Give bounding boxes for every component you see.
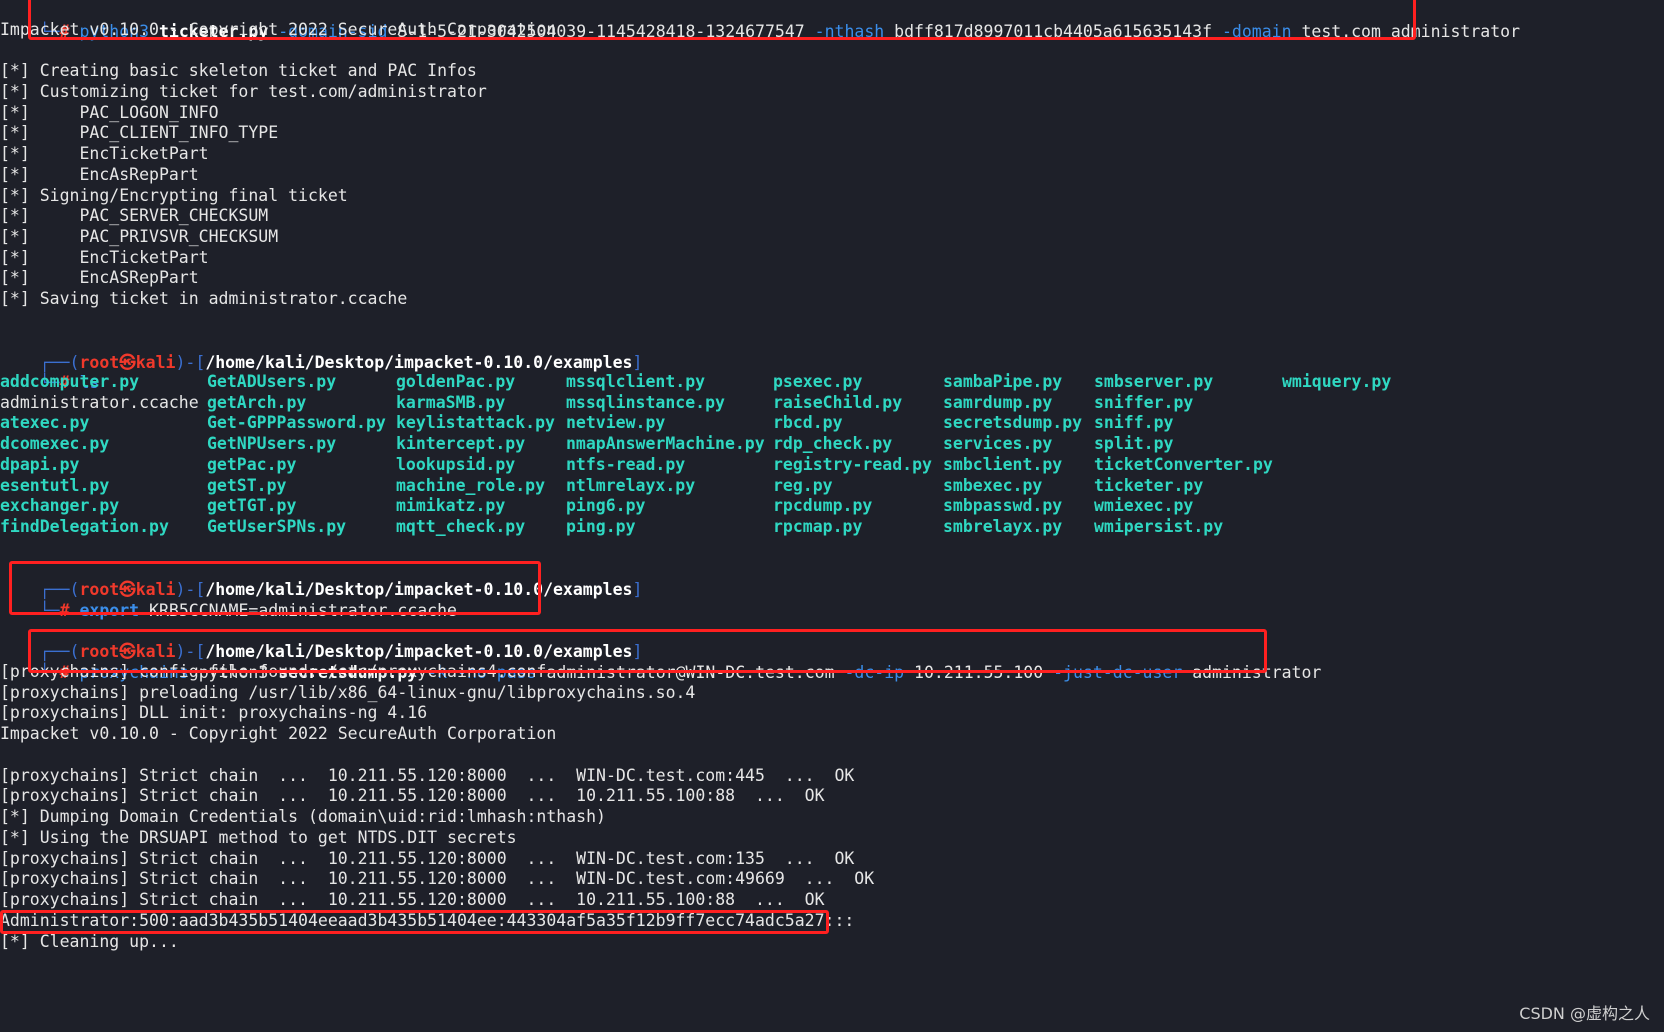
output-line: [proxychains] DLL init: proxychains-ng 4… <box>0 703 428 722</box>
ls-file-entry: GetUserSPNs.py <box>207 516 347 536</box>
output-line: [*] PAC_CLIENT_INFO_TYPE <box>0 123 279 142</box>
output-line: [*] EncTicketPart <box>0 248 209 267</box>
ls-file-entry: ntlmrelayx.py <box>566 475 696 495</box>
ls-file-entry: rbcd.py <box>773 413 843 433</box>
output-line: [proxychains] Strict chain ... 10.211.55… <box>0 849 855 868</box>
output-line: [*] Dumping Domain Credentials (domain\u… <box>0 807 606 826</box>
ls-file-entry: GetADUsers.py <box>207 372 337 391</box>
ls-file-entry: mssqlinstance.py <box>566 392 725 412</box>
ls-file-entry: registry-read.py <box>773 454 932 474</box>
output-line: [*] PAC_PRIVSVR_CHECKSUM <box>0 227 279 246</box>
ls-file-entry: smbserver.py <box>1094 372 1214 391</box>
ls-file-entry: reg.py <box>773 475 833 495</box>
ls-file-entry: wmiquery.py <box>1282 372 1392 391</box>
output-line: [*] Creating basic skeleton ticket and P… <box>0 61 477 80</box>
output-line: [*] PAC_SERVER_CHECKSUM <box>0 206 269 225</box>
ls-file-entry: sambaPipe.py <box>943 372 1063 391</box>
ls-file-entry: split.py <box>1094 434 1174 454</box>
ls-file-entry: smbpasswd.py <box>943 496 1063 516</box>
highlight-box-ticketer <box>28 0 1416 40</box>
ls-file-entry: smbexec.py <box>943 475 1043 495</box>
output-line: [proxychains] Strict chain ... 10.211.55… <box>0 869 875 888</box>
ls-file-entry: karmaSMB.py <box>396 392 506 412</box>
highlight-box-secretsdump <box>28 629 1267 673</box>
ls-file-entry: rdp_check.py <box>773 434 893 454</box>
ls-file-entry: ticketConverter.py <box>1094 454 1273 474</box>
ls-file-entry: smbclient.py <box>943 454 1063 474</box>
terminal-window[interactable]: └─# python3 ticketer.py -domain-sid S-1-… <box>0 0 1664 1032</box>
output-line: [*] Saving ticket in administrator.ccach… <box>0 289 408 308</box>
ls-file-entry: ping6.py <box>566 496 646 516</box>
ls-file-entry: services.py <box>943 434 1053 454</box>
ls-file-entry: getArch.py <box>207 392 307 412</box>
output-line: [*] Customizing ticket for test.com/admi… <box>0 82 487 101</box>
output-line: [*] EncTicketPart <box>0 144 209 163</box>
output-line: [*] PAC_LOGON_INFO <box>0 103 219 122</box>
output-line: [proxychains] Strict chain ... 10.211.55… <box>0 786 825 805</box>
ls-file-entry: mimikatz.py <box>396 496 506 516</box>
ls-file-entry: getTGT.py <box>207 496 297 516</box>
output-line: Impacket v0.10.0 - Copyright 2022 Secure… <box>0 724 557 743</box>
ls-file-entry: Get-GPPPassword.py <box>207 413 386 433</box>
output-line: [*] Cleaning up... <box>0 932 179 951</box>
ls-file-entry: smbrelayx.py <box>943 516 1063 536</box>
output-line: [proxychains] preloading /usr/lib/x86_64… <box>0 683 696 702</box>
ls-file-entry: rpcdump.py <box>773 496 873 516</box>
ls-file-entry: esentutl.py <box>0 475 110 495</box>
ls-file-entry: machine_role.py <box>396 475 546 495</box>
ls-file-entry: mssqlclient.py <box>566 372 706 391</box>
ls-file-entry: mqtt_check.py <box>396 516 526 536</box>
ls-file-entry: ticketer.py <box>1094 475 1204 495</box>
ls-file-entry: GetNPUsers.py <box>207 434 337 454</box>
shell-prompt: ┌──(root㉿kali)-[/home/kali/Desktop/impac… <box>39 353 643 372</box>
ls-file-entry: wmiexec.py <box>1094 496 1194 516</box>
ls-file-entry: lookupsid.py <box>396 454 516 474</box>
ls-file-entry: getST.py <box>207 475 287 495</box>
ls-file-entry: exchanger.py <box>0 496 120 516</box>
ls-file-entry: kintercept.py <box>396 434 526 454</box>
output-line: [*] EncASRepPart <box>0 268 199 287</box>
output-line: [*] EncAsRepPart <box>0 165 199 184</box>
watermark: CSDN @虚构之人 <box>1519 1004 1650 1023</box>
ls-file-entry: getPac.py <box>207 454 297 474</box>
ls-file-entry: rpcmap.py <box>773 516 863 536</box>
ls-file-entry: administrator.ccache <box>0 392 199 412</box>
ls-file-entry: ntfs-read.py <box>566 454 686 474</box>
highlight-box-export <box>9 561 541 615</box>
ls-file-entry: sniffer.py <box>1094 392 1194 412</box>
ls-file-entry: dpapi.py <box>0 454 80 474</box>
ls-file-entry: dcomexec.py <box>0 434 110 454</box>
ls-file-entry: netview.py <box>566 413 666 433</box>
ls-file-entry: keylistattack.py <box>396 413 555 433</box>
ls-file-entry: addcomputer.py <box>0 372 140 391</box>
ls-file-entry: nmapAnswerMachine.py <box>566 434 765 454</box>
ls-file-entry: goldenPac.py <box>396 372 516 391</box>
ls-file-entry: findDelegation.py <box>0 516 169 536</box>
ls-file-entry: sniff.py <box>1094 413 1174 433</box>
output-line: [*] Using the DRSUAPI method to get NTDS… <box>0 828 517 847</box>
ls-file-entry: samrdump.py <box>943 392 1053 412</box>
ls-command-line: └─# ls <box>39 373 100 392</box>
output-line: [proxychains] Strict chain ... 10.211.55… <box>0 890 825 909</box>
highlight-box-hash <box>0 910 829 934</box>
ls-file-entry: ping.py <box>566 516 636 536</box>
output-line: [*] Signing/Encrypting final ticket <box>0 186 348 205</box>
ls-file-entry: secretsdump.py <box>943 413 1083 433</box>
ls-file-entry: wmipersist.py <box>1094 516 1224 536</box>
ls-file-entry: atexec.py <box>0 413 90 433</box>
ls-file-entry: raiseChild.py <box>773 392 903 412</box>
ls-file-entry: psexec.py <box>773 372 863 391</box>
output-line: [proxychains] Strict chain ... 10.211.55… <box>0 766 855 785</box>
